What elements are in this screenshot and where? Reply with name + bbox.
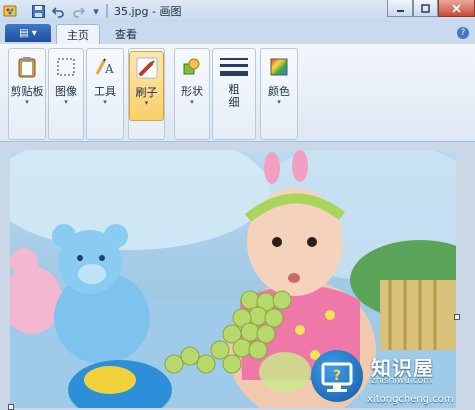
svg-text:?: ?	[333, 368, 341, 384]
colors-group: 颜色 ▾	[260, 48, 298, 140]
title-bar: ▾ 35.jpg - 画图	[0, 0, 475, 22]
clipboard-button[interactable]: 剪贴板 ▾	[9, 51, 45, 121]
image-group: 图像 ▾	[48, 48, 84, 140]
line-size-button[interactable]: 粗 细	[213, 51, 255, 121]
shapes-button[interactable]: 形状 ▾	[175, 51, 209, 121]
resize-handle-left[interactable]	[8, 404, 14, 410]
ribbon-panel: 剪贴板 ▾ 图像 ▾ A 工具 ▾ 刷子 ▾ 形状 ▾ 粗 细 颜色 ▾	[0, 44, 475, 142]
canvas-area[interactable]: ? 知识屋 zhishiwu.com xitongcheng.com	[0, 142, 475, 410]
redo-icon[interactable]	[70, 3, 86, 19]
tools-label: 工具	[94, 85, 116, 98]
brushes-button[interactable]: 刷子 ▾	[129, 51, 164, 121]
colors-icon	[267, 55, 291, 79]
ribbon-tab-row: ▤ ▾ 主页 查看 ?	[0, 22, 475, 44]
brush-icon	[135, 56, 159, 80]
minimize-button[interactable]	[387, 0, 413, 17]
tools-group: A 工具 ▾	[86, 48, 124, 140]
tools-arrow: ▾	[103, 98, 107, 106]
line-size-group: 粗 细	[212, 48, 256, 140]
customize-quick-access-button[interactable]: ▾	[90, 3, 102, 19]
line-size-label: 粗 细	[228, 83, 240, 109]
colors-button[interactable]: 颜色 ▾	[261, 51, 297, 121]
brushes-group: 刷子 ▾	[128, 48, 165, 140]
clipboard-group: 剪贴板 ▾	[8, 48, 46, 140]
shapes-group: 形状 ▾	[174, 48, 210, 140]
image-select-icon	[54, 55, 78, 79]
watermark-logo: ? 知识屋 zhishiwu.com xitongcheng.com	[307, 346, 475, 408]
paint-app-icon[interactable]	[2, 3, 18, 19]
shapes-label: 形状	[181, 85, 203, 98]
help-icon[interactable]: ?	[457, 27, 469, 39]
shapes-arrow: ▾	[190, 98, 194, 106]
title-divider	[106, 4, 108, 18]
colors-label: 颜色	[268, 85, 290, 98]
brushes-label: 刷子	[135, 86, 158, 99]
image-arrow: ▾	[64, 98, 68, 106]
save-icon[interactable]	[30, 3, 46, 19]
line-size-icon	[219, 55, 249, 79]
tab-view[interactable]: 查看	[104, 24, 148, 44]
clipboard-arrow: ▾	[25, 98, 29, 106]
tools-icon: A	[93, 55, 117, 79]
clipboard-icon	[15, 55, 39, 79]
resize-handle-right[interactable]	[454, 314, 460, 320]
window-title: 35.jpg - 画图	[114, 5, 182, 18]
clipboard-label: 剪贴板	[10, 85, 44, 98]
watermark-badge-icon: ?	[311, 350, 363, 402]
svg-text:A: A	[104, 62, 114, 76]
colors-arrow: ▾	[277, 98, 281, 106]
tools-button[interactable]: A 工具 ▾	[87, 51, 123, 121]
image-label: 图像	[55, 85, 77, 98]
brushes-arrow: ▾	[144, 99, 149, 107]
file-menu-button[interactable]: ▤ ▾	[5, 24, 51, 42]
image-button[interactable]: 图像 ▾	[49, 51, 83, 121]
maximize-button[interactable]	[413, 0, 438, 17]
shapes-icon	[180, 55, 204, 79]
watermark-url: xitongcheng.com	[367, 394, 454, 405]
undo-icon[interactable]	[50, 3, 66, 19]
watermark-subtitle: zhishiwu.com	[371, 376, 432, 386]
close-button[interactable]	[438, 0, 475, 17]
tab-home[interactable]: 主页	[56, 24, 100, 44]
